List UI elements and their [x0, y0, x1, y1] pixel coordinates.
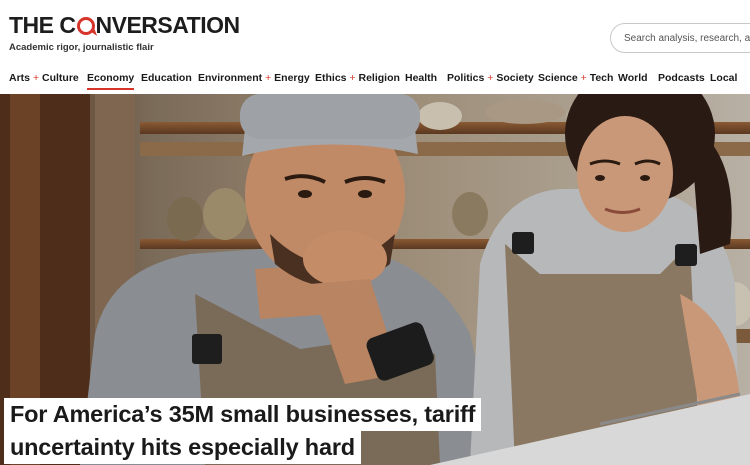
- main-nav: Arts + Culture Economy Education Environ…: [0, 64, 750, 94]
- site-header: THE C NVERSATION Academic rigor, journali…: [0, 0, 750, 64]
- nav-label: Science: [538, 72, 578, 84]
- search-input[interactable]: [611, 24, 750, 52]
- plus-icon: +: [487, 72, 494, 84]
- headline-line-2[interactable]: uncertainty hits especially hard: [4, 431, 361, 464]
- plus-icon: +: [32, 72, 40, 84]
- logo-text-start: THE C: [9, 12, 76, 38]
- nav-item-environment-energy[interactable]: Environment + Energy: [198, 72, 310, 84]
- nav-label: Arts: [9, 72, 31, 84]
- nav-item-podcasts[interactable]: Podcasts: [658, 72, 705, 84]
- nav-item-education[interactable]: Education: [141, 72, 192, 84]
- plus-icon: +: [265, 72, 272, 84]
- nav-item-world[interactable]: World: [618, 72, 648, 84]
- nav-item-ethics-religion[interactable]: Ethics + Religion: [315, 72, 400, 84]
- nav-label: Energy: [274, 72, 310, 84]
- article-headline[interactable]: For America’s 35M small businesses, tari…: [4, 398, 482, 464]
- nav-label: Tech: [589, 72, 614, 84]
- nav-item-health[interactable]: Health: [405, 72, 437, 84]
- search-box[interactable]: [610, 23, 750, 53]
- nav-label: Culture: [42, 72, 79, 84]
- speech-bubble-o-icon: [76, 17, 95, 35]
- nav-label: Environment: [198, 72, 263, 84]
- nav-label: Ethics: [315, 72, 347, 84]
- site-tagline: Academic rigor, journalistic flair: [9, 42, 154, 53]
- nav-item-politics-society[interactable]: Politics + Society: [447, 72, 534, 84]
- site-logo[interactable]: THE C NVERSATION: [9, 12, 240, 39]
- nav-item-local[interactable]: Local: [710, 72, 737, 84]
- nav-item-science-tech[interactable]: Science + Tech: [538, 72, 613, 84]
- plus-icon: +: [580, 72, 587, 84]
- logo-text-end: NVERSATION: [95, 12, 241, 38]
- nav-label: Politics: [447, 72, 485, 84]
- nav-label: Religion: [358, 72, 400, 84]
- nav-item-economy[interactable]: Economy: [87, 72, 135, 90]
- nav-item-arts-culture[interactable]: Arts + Culture: [9, 72, 79, 84]
- plus-icon: +: [349, 72, 356, 84]
- nav-label: Society: [496, 72, 534, 84]
- headline-line-1[interactable]: For America’s 35M small businesses, tari…: [4, 398, 482, 431]
- hero-image[interactable]: For America’s 35M small businesses, tari…: [0, 94, 750, 465]
